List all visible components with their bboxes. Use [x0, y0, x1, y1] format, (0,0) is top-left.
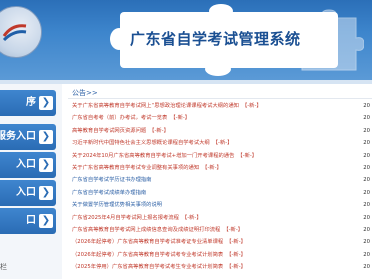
chevron-right-icon: ❯ [39, 130, 53, 144]
notice-date: 20 [363, 239, 370, 246]
notice-date: 20 [363, 177, 370, 184]
new-badge: 【-新-】 [202, 165, 222, 171]
sidebar-item-1[interactable]: 序 ❯ [0, 90, 56, 116]
site-title: 广东省自学考试管理系统 [130, 30, 301, 48]
chevron-right-icon: ❯ [39, 214, 53, 228]
notice-date: 20 [363, 202, 370, 209]
chevron-right-icon: ❯ [39, 158, 53, 172]
notice-heading[interactable]: 公告>> [72, 88, 98, 98]
title-plate-notch [209, 4, 233, 18]
list-item: （2026年起停考）广东省高等教育自学考试考专业考试计划简表 【-新-】 20 [72, 249, 372, 261]
list-item: 广东省自学考试学历证书办理指南 20 [72, 174, 372, 186]
notice-date: 20 [363, 127, 370, 134]
notice-date: 20 [363, 165, 370, 171]
page: 广东省自学考试管理系统 序 ❯ 服务入口 ❯ 入口 ❯ 入口 ❯ 口 ❯ 栏 公… [0, 0, 372, 279]
list-item: 习近平新时代中国特色社会主义思想概论课程自学考试大纲 【-新-】 20 [72, 137, 372, 149]
sidebar-item-3[interactable]: 入口 ❯ [0, 152, 56, 178]
notice-link[interactable]: 广东省自学考试成绩单办理指南 [72, 190, 146, 196]
list-item: 广东省自学考试成绩单办理指南 20 [72, 187, 372, 199]
notice-date: 20 [363, 251, 370, 258]
sidebar-item-label: 入口 [16, 187, 36, 198]
new-badge: 【-新-】 [212, 140, 233, 147]
notice-link[interactable]: （2025年停用）广东省高等教育自学考试考生专业考试计划简表 [72, 264, 223, 270]
notice-date: 20 [363, 227, 370, 233]
new-badge: 【-新-】 [226, 251, 246, 258]
list-item: 广东省自考考（前）办考试，考试一览表 【-新-】 20 [72, 112, 372, 124]
new-badge: 【-新-】 [226, 264, 246, 271]
notice-link[interactable]: 广东省2025年4月自学考试网上报名报考流程 [72, 215, 179, 221]
chevron-right-icon: ❯ [39, 186, 53, 200]
sidebar-item-2[interactable]: 服务入口 ❯ [0, 124, 56, 150]
new-badge: 【-新-】 [170, 115, 191, 122]
list-item: 关于广东省高等教育自学考试网上“思想政治理论课课程考试大纲的通知 【-新-】 20 [72, 100, 372, 112]
notice-link[interactable]: （2026年起停考）广东省高等教育自学考试准考证专业清单课程 [72, 239, 223, 245]
list-item: （2025年停用）广东省高等教育自学考试考生专业考试计划简表 【-新-】 20 [72, 261, 372, 273]
new-badge: 【-新-】 [226, 239, 246, 246]
title-plate-notch [205, 62, 231, 76]
new-badge: 【-新-】 [237, 152, 258, 159]
notice-link[interactable]: 高等教育自学考试网页资源问题 [72, 128, 146, 134]
notice-link[interactable]: 广东省自考考（前）办考试，考试一览表 [72, 115, 167, 121]
notice-link[interactable]: 广东省高等教育自学考试网上成绩信息查询及成绩证明打印流程 [72, 227, 220, 233]
sidebar-item-label: 序 [26, 97, 36, 108]
list-item: 广东省高等教育自学考试网上成绩信息查询及成绩证明打印流程 【-新-】 20 [72, 224, 372, 236]
notice-date: 20 [363, 214, 370, 221]
notice-divider [68, 98, 372, 99]
notice-date: 20 [363, 264, 370, 271]
list-item: 关于2024年10月广东省高等教育自学考试+增加一门开考课程的通告 【-新-】 20 [72, 150, 372, 162]
list-item: 广东省2025年4月自学考试网上报名报考流程 【-新-】 20 [72, 212, 372, 224]
chevron-right-icon: ❯ [39, 96, 53, 110]
notice-link[interactable]: （2026年起停考）广东省高等教育自学考试考专业考试计划简表 [72, 252, 223, 258]
sidebar-item-label: 服务入口 [0, 131, 36, 142]
notice-date: 20 [363, 189, 370, 196]
notice-date: 20 [363, 152, 370, 159]
sidebar: 序 ❯ 服务入口 ❯ 入口 ❯ 入口 ❯ 口 ❯ 栏 [0, 84, 62, 279]
sidebar-item-4[interactable]: 入口 ❯ [0, 180, 56, 206]
notice-link[interactable]: 广东省自学考试学历证书办理指南 [72, 177, 151, 183]
list-item: （2026年起停考）广东省高等教育自学考试准考证专业清单课程 【-新-】 20 [72, 236, 372, 248]
notice-link[interactable]: 关于广东省高等教育自学考试网上“思想政治理论课课程考试大纲的通知 [72, 103, 239, 109]
notice-link[interactable]: 关于做置学历管理优势相关事项的说明 [72, 202, 162, 208]
sidebar-footer-text: 栏 [0, 263, 7, 271]
sidebar-item-label: 入口 [16, 159, 36, 170]
new-badge: 【-新-】 [149, 127, 169, 134]
notice-link[interactable]: 习近平新时代中国特色社会主义思想概论课程自学考试大纲 [72, 140, 210, 146]
new-badge: 【-新-】 [241, 103, 262, 109]
notice-link[interactable]: 关于广东省高等教育自学考试专业调整有关事项的通知 [72, 165, 199, 171]
sidebar-item-5[interactable]: 口 ❯ [0, 208, 56, 234]
notice-date: 20 [363, 115, 370, 122]
header-banner: 广东省自学考试管理系统 [0, 0, 372, 80]
notice-date: 20 [363, 140, 370, 147]
list-item: 关于广东省高等教育自学考试专业调整有关事项的通知 【-新-】 20 [72, 162, 372, 174]
notice-list: 公告>> 关于广东省高等教育自学考试网上“思想政治理论课课程考试大纲的通知 【-新… [68, 84, 372, 279]
list-item: 关于做置学历管理优势相关事项的说明 20 [72, 199, 372, 211]
title-plate-notch [110, 28, 128, 50]
notice-link[interactable]: 关于2024年10月广东省高等教育自学考试+增加一门开考课程的通告 [72, 153, 234, 159]
new-badge: 【-新-】 [223, 227, 244, 233]
sidebar-item-label: 口 [26, 215, 36, 226]
logo-swirl-icon [2, 24, 27, 42]
new-badge: 【-新-】 [181, 214, 202, 221]
list-item: 高等教育自学考试网页资源问题 【-新-】 20 [72, 125, 372, 137]
notice-date: 20 [363, 103, 370, 109]
